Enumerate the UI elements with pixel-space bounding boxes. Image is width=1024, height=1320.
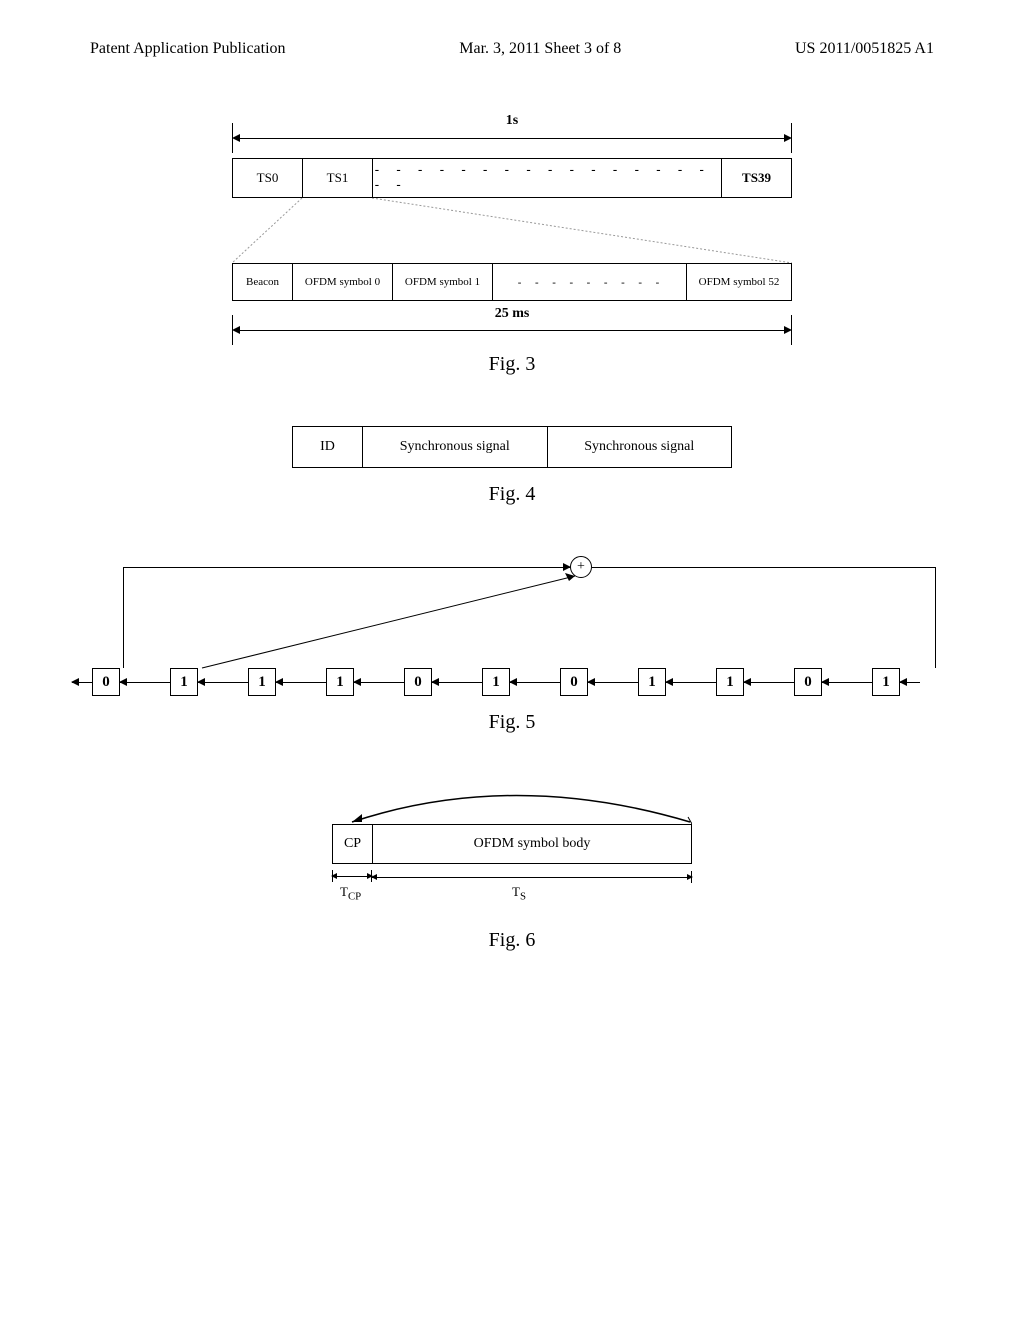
arrow-left-icon — [822, 682, 872, 683]
cell-id: ID — [293, 427, 363, 467]
fig3-caption: Fig. 3 — [489, 353, 536, 376]
fig3-bottom-arrow — [232, 325, 792, 335]
bi-arrow-icon — [332, 876, 372, 877]
header-right: US 2011/0051825 A1 — [795, 40, 934, 58]
cell-ts39: TS39 — [721, 159, 791, 197]
figure-6: CP OFDM symbol body TCP TS Fig. 6 — [80, 784, 944, 952]
cyclic-prefix-curve — [332, 784, 692, 824]
register-bit: 1 — [326, 668, 354, 696]
fig3-top-label: 1s — [506, 113, 518, 129]
cell-ofdm52: OFDM symbol 52 — [686, 264, 791, 300]
cell-dash: - - - - - - - - - - - - - - - - - - — [373, 159, 721, 197]
register-bit: 0 — [794, 668, 822, 696]
arrow-left-icon — [432, 682, 482, 683]
tick-icon — [791, 123, 792, 153]
arrow-left-icon — [588, 682, 638, 683]
tick-icon — [232, 315, 233, 345]
arrow-left-icon — [72, 682, 92, 683]
tick-icon — [791, 315, 792, 345]
register-bit: 1 — [716, 668, 744, 696]
cell-ofdm1: OFDM symbol 1 — [393, 264, 493, 300]
arrow-left-icon — [276, 682, 326, 683]
cell-sync1: Synchronous signal — [363, 427, 548, 467]
tick-icon — [332, 870, 333, 882]
arrow-left-icon — [354, 682, 404, 683]
fig5-diagram: + 0 1 1 1 0 1 0 1 1 0 — [72, 556, 952, 696]
register-bit: 0 — [560, 668, 588, 696]
tick-icon — [232, 123, 233, 153]
tick-icon — [691, 871, 692, 883]
fig3-diagram: 1s TS0 TS1 - - - - - - - - - - - - - - -… — [232, 118, 792, 338]
cell-cp: CP — [333, 825, 373, 863]
arrow-left-icon — [198, 682, 248, 683]
cell-ofdm0: OFDM symbol 0 — [293, 264, 393, 300]
header-left: Patent Application Publication — [90, 40, 286, 58]
fig6-dimensions: TCP TS — [332, 874, 692, 889]
fig6-caption: Fig. 6 — [489, 929, 536, 952]
fig4-diagram: ID Synchronous signal Synchronous signal — [292, 426, 732, 468]
shift-register-row: 0 1 1 1 0 1 0 1 1 0 1 — [72, 668, 952, 696]
fig4-caption: Fig. 4 — [489, 483, 536, 506]
register-bit: 1 — [248, 668, 276, 696]
fig3-ofdm-row: Beacon OFDM symbol 0 OFDM symbol 1 - - -… — [232, 263, 792, 301]
cell-body: OFDM symbol body — [373, 825, 691, 863]
cell-dash: - - - - - - - - - — [493, 264, 686, 300]
fig3-top-arrow — [232, 133, 792, 153]
figure-3: 1s TS0 TS1 - - - - - - - - - - - - - - -… — [80, 118, 944, 376]
cell-beacon: Beacon — [233, 264, 293, 300]
arrow-left-icon — [900, 682, 920, 683]
bi-arrow-icon — [372, 877, 692, 878]
fig6-diagram: CP OFDM symbol body TCP TS — [332, 784, 692, 914]
arrow-left-icon — [666, 682, 716, 683]
register-bit: 1 — [638, 668, 666, 696]
fig3-timeslot-row: TS0 TS1 - - - - - - - - - - - - - - - - … — [232, 158, 792, 198]
register-bit: 1 — [170, 668, 198, 696]
fig6-symbol-row: CP OFDM symbol body — [332, 824, 692, 864]
register-bit: 1 — [872, 668, 900, 696]
fig3-guide-lines — [232, 198, 792, 263]
cell-ts0: TS0 — [233, 159, 303, 197]
arrow-left-icon — [510, 682, 560, 683]
header-center: Mar. 3, 2011 Sheet 3 of 8 — [459, 40, 621, 58]
page-header: Patent Application Publication Mar. 3, 2… — [80, 40, 944, 58]
figure-5: + 0 1 1 1 0 1 0 1 1 0 — [80, 556, 944, 734]
register-bit: 1 — [482, 668, 510, 696]
arrow-left-icon — [744, 682, 794, 683]
fig3-bottom-label: 25 ms — [495, 306, 530, 322]
fig5-caption: Fig. 5 — [489, 711, 536, 734]
label-ts: TS — [512, 884, 526, 903]
figure-4: ID Synchronous signal Synchronous signal… — [80, 426, 944, 506]
register-bit: 0 — [92, 668, 120, 696]
arrow-left-icon — [120, 682, 170, 683]
label-tcp: TCP — [340, 884, 361, 903]
register-bit: 0 — [404, 668, 432, 696]
cell-sync2: Synchronous signal — [548, 427, 732, 467]
cell-ts1: TS1 — [303, 159, 373, 197]
